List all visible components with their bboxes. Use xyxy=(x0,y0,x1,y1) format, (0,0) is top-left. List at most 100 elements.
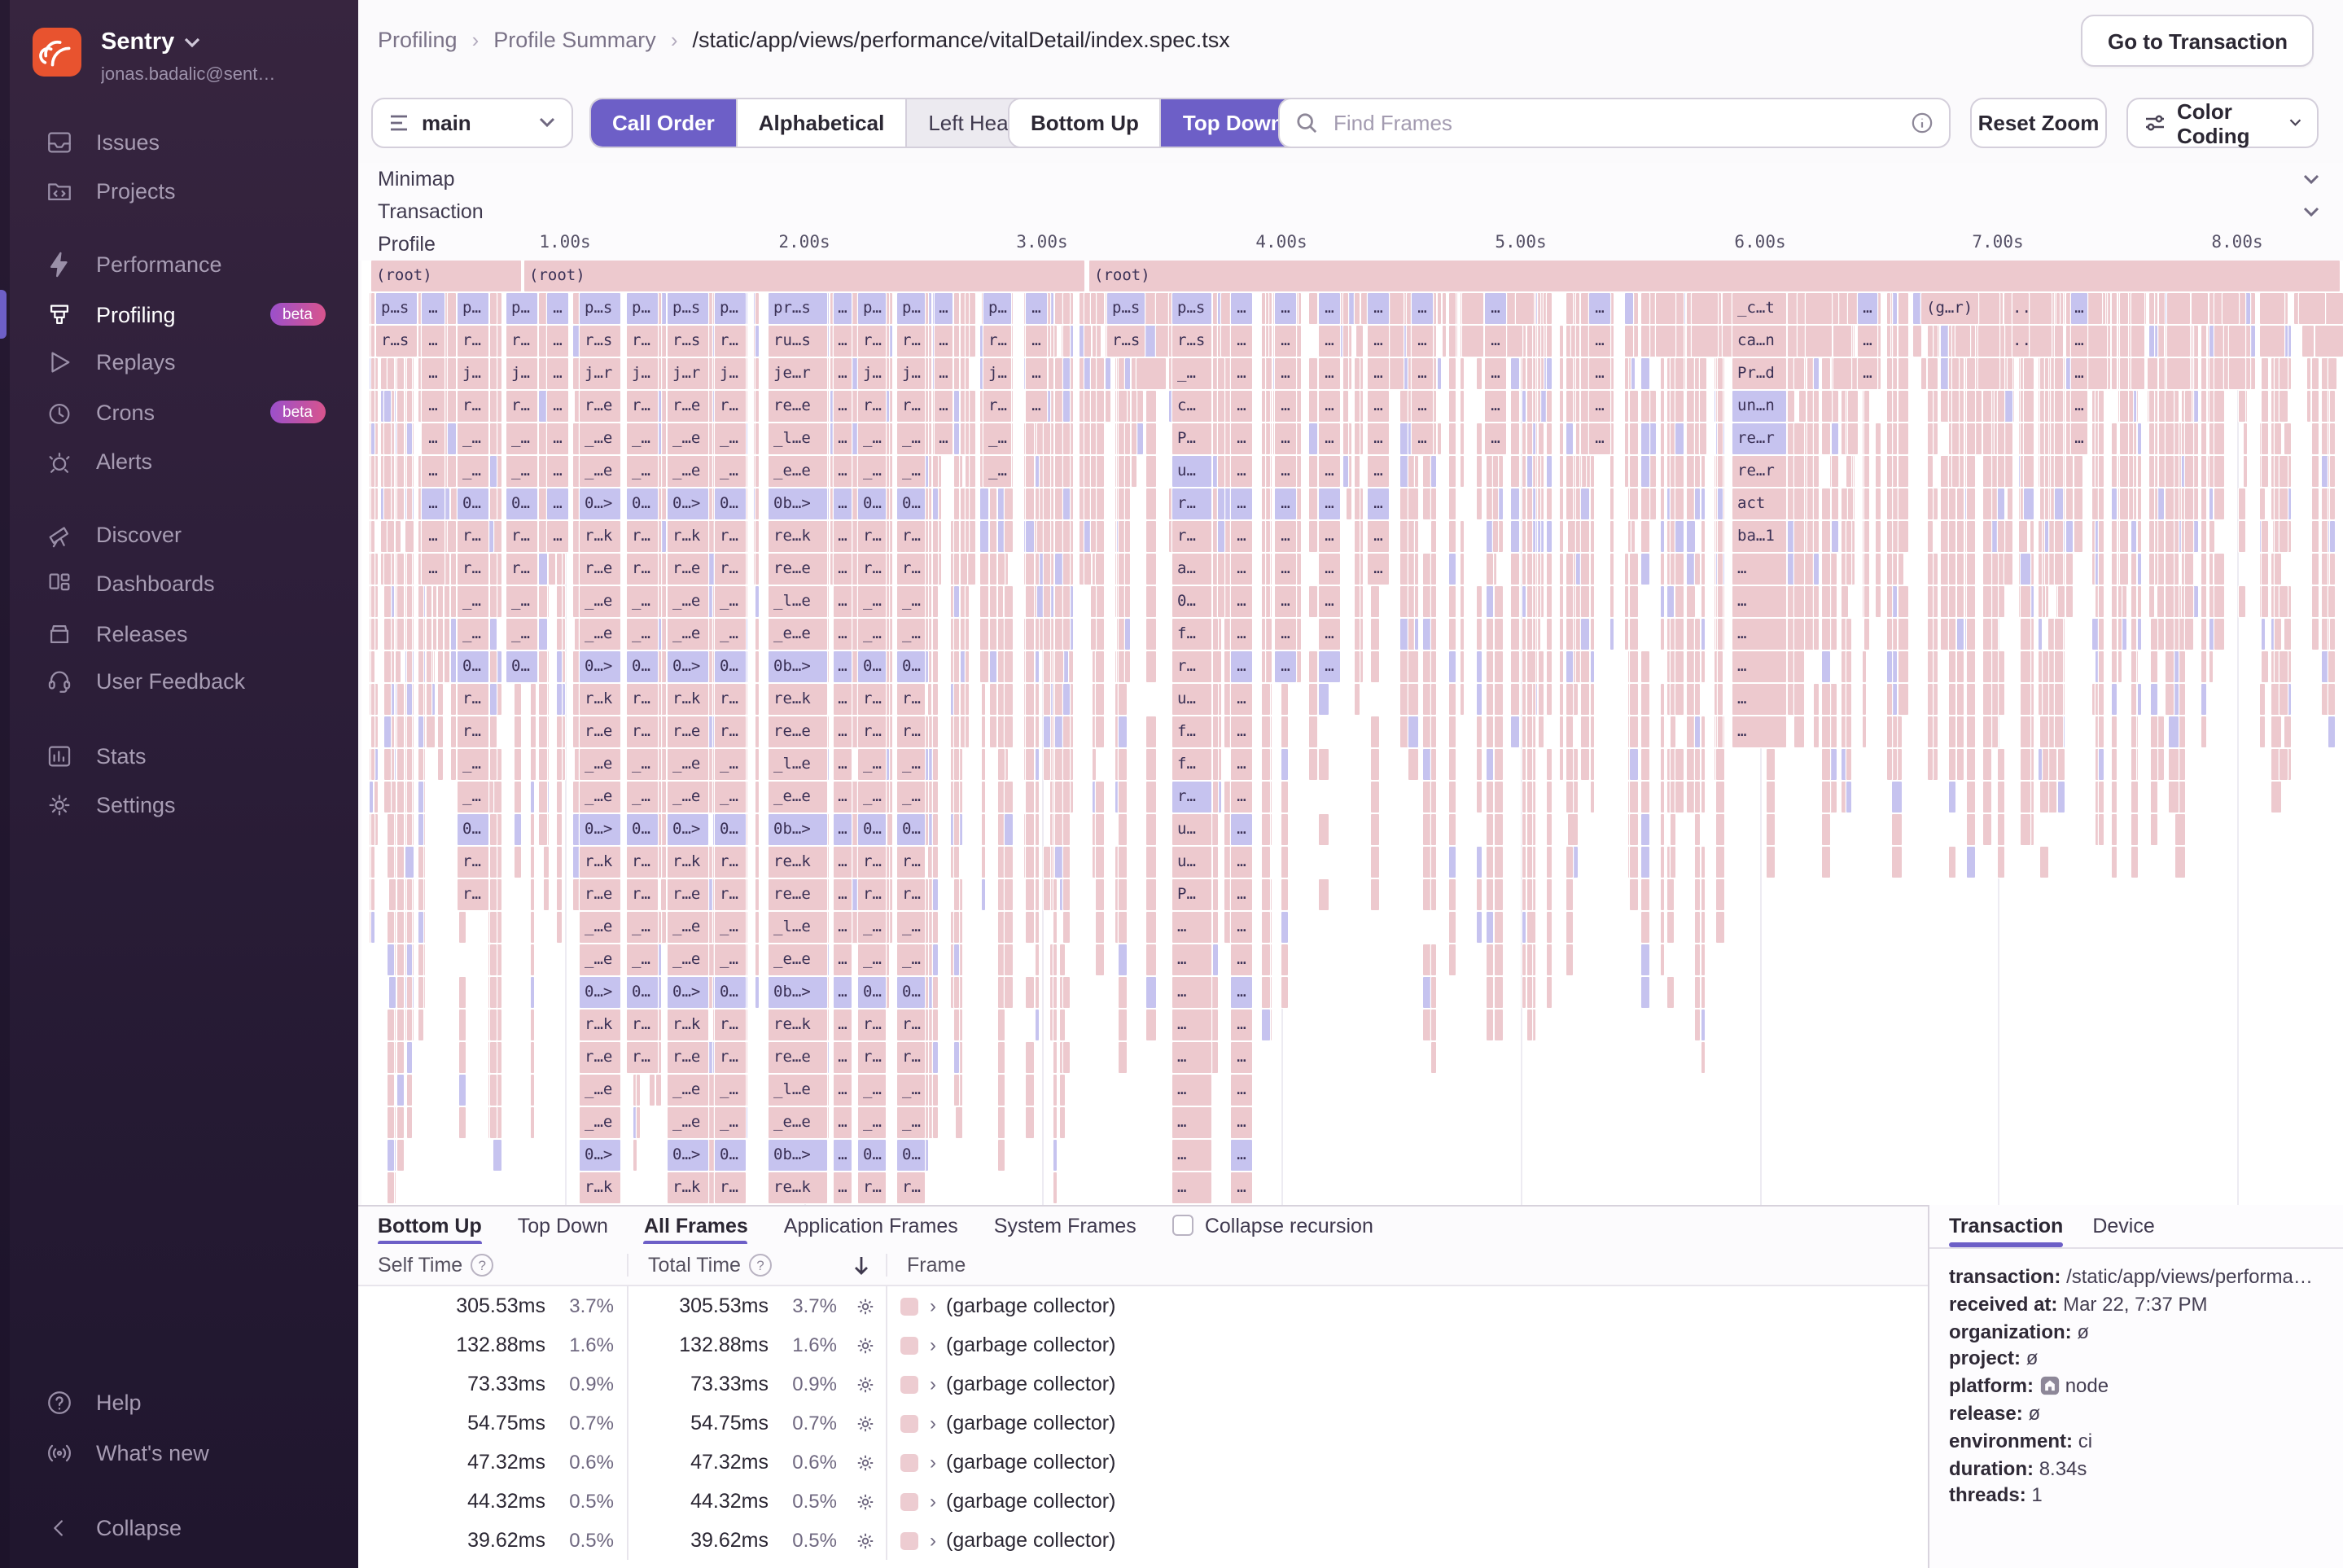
flame-frame[interactable] xyxy=(1661,716,1664,747)
flame-frame[interactable] xyxy=(1527,944,1532,975)
flame-frame[interactable] xyxy=(384,651,391,682)
flame-frame[interactable] xyxy=(1371,749,1379,780)
flame-frame[interactable] xyxy=(928,358,931,389)
flame-frame[interactable] xyxy=(2118,586,2122,617)
flame-frame[interactable] xyxy=(1096,847,1104,878)
flame-frame[interactable] xyxy=(1537,293,1540,324)
flame-frame[interactable] xyxy=(384,423,391,454)
flame-frame[interactable] xyxy=(2112,782,2117,812)
flame-frame[interactable] xyxy=(1495,684,1503,715)
flame-frame[interactable] xyxy=(1037,423,1044,454)
flame-frame[interactable] xyxy=(650,1075,655,1106)
flame-frame[interactable] xyxy=(933,782,938,812)
flame-frame[interactable] xyxy=(1125,619,1130,650)
flame-frame[interactable] xyxy=(2131,782,2138,812)
flame-frame[interactable] xyxy=(1527,684,1532,715)
flame-frame[interactable] xyxy=(371,716,374,747)
flame-frame[interactable] xyxy=(1630,716,1638,747)
flame-frame[interactable] xyxy=(374,716,378,747)
flame-frame[interactable] xyxy=(1630,391,1638,422)
flame-frame[interactable] xyxy=(1687,488,1695,519)
flame-frame[interactable] xyxy=(371,293,374,324)
flame-frame[interactable] xyxy=(490,391,497,422)
flame-frame[interactable] xyxy=(1262,554,1265,585)
flame-frame[interactable] xyxy=(1495,944,1503,975)
flame-frame[interactable] xyxy=(1495,814,1503,845)
flame-frame[interactable] xyxy=(1063,554,1070,585)
flame-frame[interactable] xyxy=(2312,391,2319,422)
flame-frame[interactable] xyxy=(1718,619,1723,650)
flame-frame[interactable] xyxy=(396,651,401,682)
flame-frame[interactable] xyxy=(1661,488,1664,519)
flame-frame[interactable] xyxy=(954,1042,959,1073)
flame-frame[interactable] xyxy=(1695,977,1700,1008)
flame-frame[interactable] xyxy=(925,488,928,519)
flame-frame[interactable] xyxy=(490,977,497,1008)
flame-frame[interactable] xyxy=(1343,456,1348,487)
flame-frame[interactable] xyxy=(1630,586,1638,617)
flame-frame[interactable] xyxy=(1053,1107,1057,1138)
breadcrumb-profile-summary[interactable]: Profile Summary xyxy=(493,28,656,52)
flame-frame[interactable] xyxy=(1625,358,1628,389)
flame-frame[interactable] xyxy=(1309,423,1317,454)
flame-frame[interactable] xyxy=(1675,391,1684,422)
flame-frame[interactable] xyxy=(1641,488,1649,519)
flame-frame[interactable] xyxy=(384,684,391,715)
flame-frame[interactable] xyxy=(1547,554,1552,585)
flame-frame[interactable] xyxy=(557,814,562,845)
flame-frame[interactable] xyxy=(371,814,374,845)
flame-frame[interactable] xyxy=(1522,782,1526,812)
flame-frame[interactable] xyxy=(966,716,969,747)
flame-frame[interactable] xyxy=(1566,684,1573,715)
flame-frame[interactable] xyxy=(1487,1010,1493,1040)
flame-frame[interactable] xyxy=(1146,814,1156,845)
flame-frame[interactable] xyxy=(371,488,374,519)
flame-frame[interactable] xyxy=(925,423,928,454)
flame-frame[interactable] xyxy=(1044,684,1050,715)
flame-frame[interactable] xyxy=(1063,1042,1070,1073)
flame-frame[interactable] xyxy=(954,716,959,747)
flame-frame[interactable] xyxy=(1125,488,1130,519)
flame-frame[interactable] xyxy=(1511,488,1519,519)
flame-frame[interactable] xyxy=(2312,423,2319,454)
flame-frame[interactable] xyxy=(1957,488,1964,519)
flame-frame[interactable] xyxy=(1005,521,1013,552)
flame-frame[interactable] xyxy=(397,423,404,454)
flame-frame[interactable] xyxy=(925,293,928,324)
flame-frame[interactable] xyxy=(1941,488,1949,519)
flame-frame[interactable] xyxy=(1527,554,1532,585)
flame-frame[interactable] xyxy=(998,586,1003,617)
flame-frame[interactable] xyxy=(2330,521,2335,552)
flame-frame[interactable] xyxy=(1661,358,1664,389)
flame-frame[interactable] xyxy=(1431,554,1436,585)
flame-frame[interactable] xyxy=(1343,293,1348,324)
flame-frame[interactable] xyxy=(1675,651,1684,682)
flame-frame[interactable] xyxy=(1096,716,1104,747)
flame-frame[interactable] xyxy=(1892,391,1897,422)
flame-frame[interactable] xyxy=(1036,619,1039,650)
flame-frame[interactable] xyxy=(2099,456,2104,487)
flame-frame[interactable] xyxy=(998,716,1005,747)
flame-frame[interactable] xyxy=(1695,944,1700,975)
flame-frame[interactable] xyxy=(384,554,391,585)
flame-frame[interactable] xyxy=(1661,684,1664,715)
flame-frame[interactable] xyxy=(1431,651,1436,682)
flame-frame[interactable] xyxy=(933,1075,938,1106)
flame-frame[interactable] xyxy=(1832,423,1838,454)
flame-frame[interactable] xyxy=(407,619,412,650)
flame-frame[interactable] xyxy=(1822,423,1830,454)
flame-frame[interactable] xyxy=(1005,977,1013,1008)
flame-frame[interactable] xyxy=(925,944,928,975)
flame-frame[interactable] xyxy=(2118,619,2122,650)
flame-frame[interactable] xyxy=(1005,554,1008,585)
flame-frame[interactable] xyxy=(1641,293,1649,324)
flame-frame[interactable] xyxy=(1063,358,1070,389)
flame-frame[interactable] xyxy=(1495,1010,1503,1040)
flame-frame[interactable] xyxy=(1675,782,1684,812)
flame-frame[interactable] xyxy=(1975,391,1982,422)
flame-frame[interactable] xyxy=(490,586,497,617)
flame-frame[interactable] xyxy=(490,358,497,389)
flame-frame[interactable] xyxy=(1527,423,1532,454)
flame-frame[interactable] xyxy=(2157,749,2164,780)
flame-frame[interactable] xyxy=(1661,879,1664,910)
